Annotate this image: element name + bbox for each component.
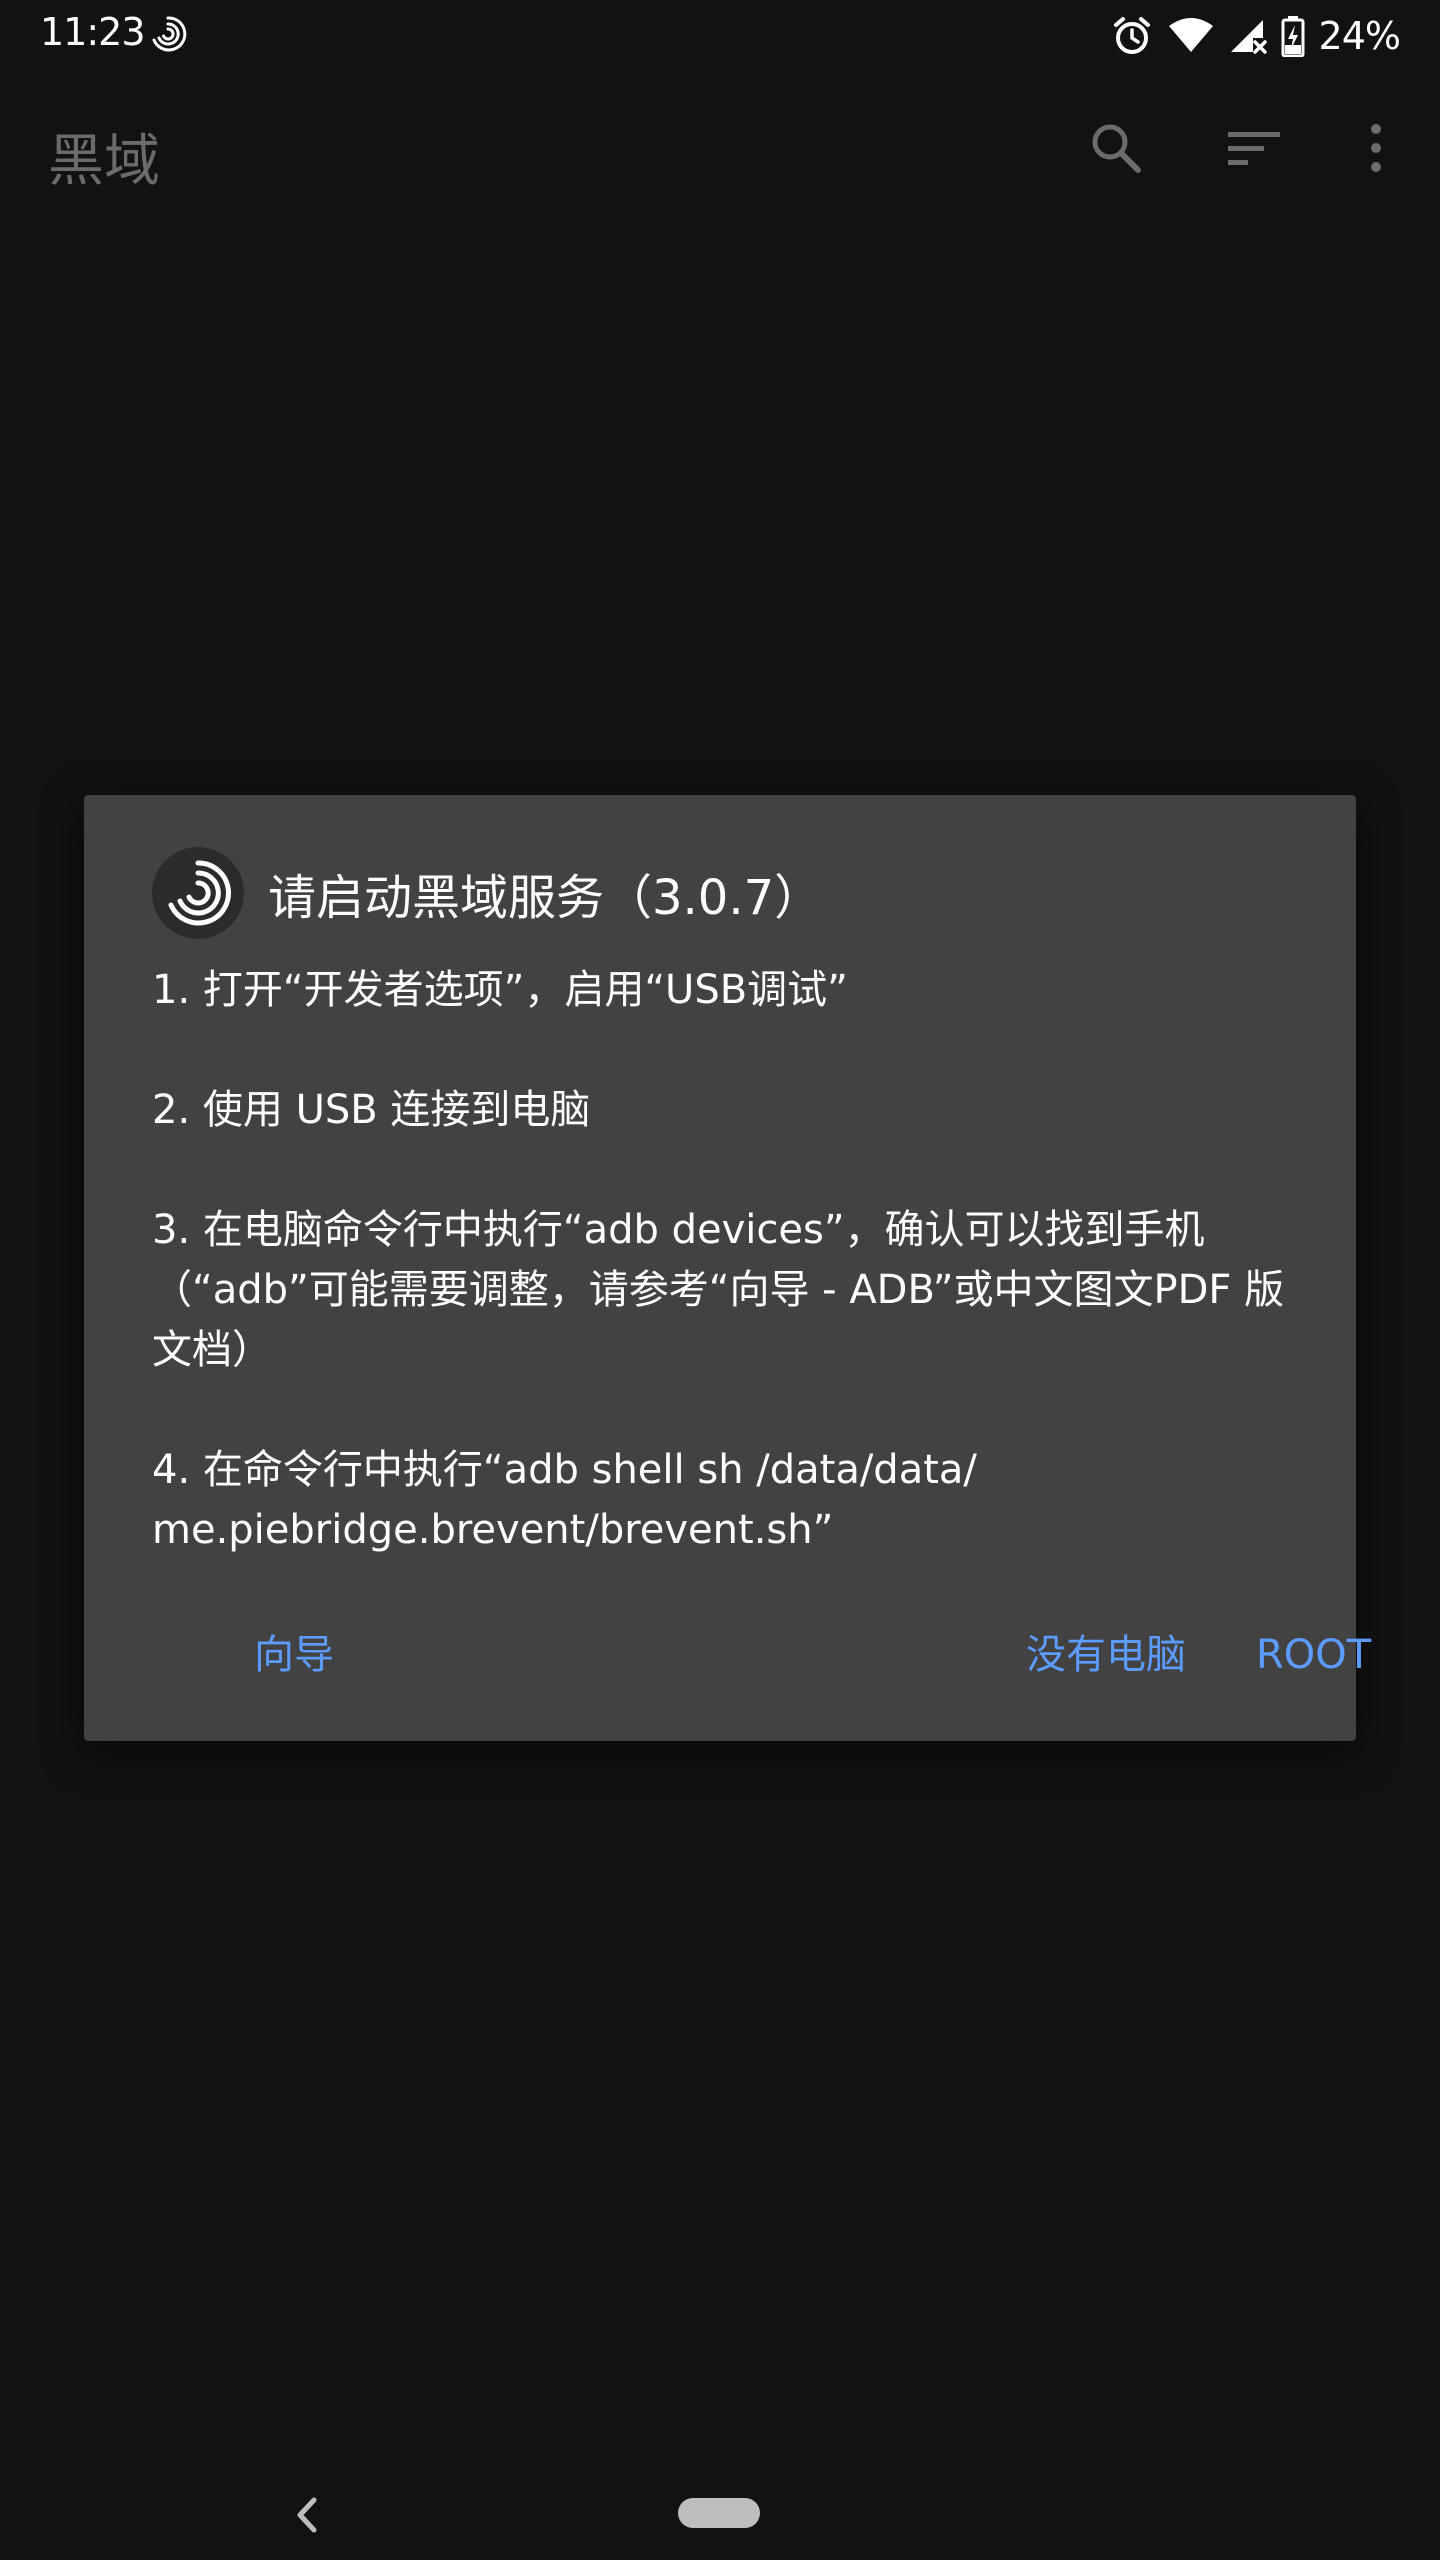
back-button[interactable] <box>286 2490 326 2540</box>
back-icon <box>297 2497 317 2533</box>
navigation-bar <box>0 2470 1440 2560</box>
root-button[interactable]: ROOT <box>1238 1615 1389 1695</box>
search-button[interactable] <box>1076 108 1156 188</box>
screen: 11:23 24% 黑域 请启动黑域服务（3.0.7） 1. 打开“开发者选项”… <box>0 0 1440 2560</box>
home-pill[interactable] <box>678 2498 760 2528</box>
guide-button[interactable]: 向导 <box>236 1615 352 1695</box>
brevent-app-icon <box>148 14 188 54</box>
status-bar: 11:23 24% <box>0 0 1440 72</box>
more-options-button[interactable] <box>1336 108 1416 188</box>
app-bar: 黑域 <box>0 80 1440 220</box>
dialog-title: 请启动黑域服务（3.0.7） <box>268 870 823 926</box>
sort-icon <box>1228 132 1280 165</box>
battery-percent: 24% <box>1318 14 1401 58</box>
status-icons: 24% <box>1111 10 1401 62</box>
brevent-logo-icon <box>152 847 244 939</box>
step-1: 1. 打开“开发者选项”，启用“USB调试” <box>152 967 848 1013</box>
step-4: 4. 在命令行中执行“adb shell sh /data/data/ me.p… <box>152 1447 977 1553</box>
dialog-header: 请启动黑域服务（3.0.7） <box>152 847 822 939</box>
sort-button[interactable] <box>1214 108 1294 188</box>
dialog-message: 1. 打开“开发者选项”，启用“USB调试” 2. 使用 USB 连接到电脑 3… <box>152 960 1292 1560</box>
no-computer-button[interactable]: 没有电脑 <box>1008 1615 1204 1695</box>
alarm-icon <box>1111 15 1153 57</box>
dialog-actions: 向导 没有电脑 ROOT <box>84 1615 1371 1695</box>
battery-charging-icon <box>1281 15 1305 57</box>
wifi-icon <box>1167 16 1215 56</box>
search-icon <box>1092 124 1141 173</box>
step-3: 3. 在电脑命令行中执行“adb devices”，确认可以找到手机（“adb”… <box>152 1207 1285 1373</box>
more-vert-icon <box>1371 124 1381 172</box>
cell-signal-icon <box>1229 16 1267 56</box>
start-service-dialog: 请启动黑域服务（3.0.7） 1. 打开“开发者选项”，启用“USB调试” 2.… <box>84 795 1371 1741</box>
app-title: 黑域 <box>48 129 160 194</box>
status-time: 11:23 <box>40 10 146 54</box>
step-2: 2. 使用 USB 连接到电脑 <box>152 1087 591 1133</box>
